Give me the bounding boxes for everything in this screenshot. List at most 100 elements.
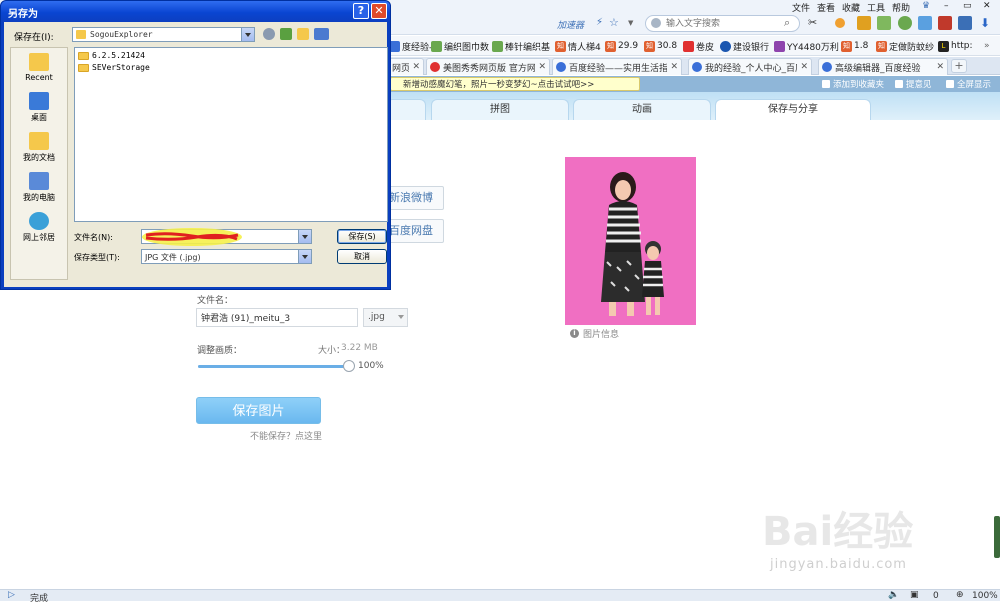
- accelerator-label[interactable]: 加速器: [557, 18, 584, 31]
- chevron-down-icon[interactable]: [298, 250, 311, 263]
- lightning-icon[interactable]: ⚡: [596, 17, 603, 28]
- back-icon[interactable]: [263, 28, 275, 40]
- info-icon: i: [570, 329, 579, 338]
- close-dialog-button[interactable]: ✕: [371, 3, 387, 19]
- tab-my-jingyan[interactable]: 我的经验_个人中心_百度 ✕: [688, 58, 812, 75]
- file-name-field[interactable]: [141, 228, 312, 246]
- computer-icon: [29, 172, 49, 190]
- filename-input[interactable]: [196, 308, 358, 327]
- search-engine-icon[interactable]: [651, 18, 661, 28]
- lock-icon[interactable]: [857, 16, 871, 30]
- tab-save-share[interactable]: 保存与分享: [715, 99, 871, 120]
- dialog-titlebar[interactable]: 另存为 ? ✕: [1, 1, 390, 22]
- star-icon: [822, 80, 830, 88]
- bookmark-item[interactable]: YY4480万利: [774, 39, 839, 53]
- star-icon[interactable]: ☆: [609, 16, 619, 29]
- bag-icon[interactable]: [938, 16, 952, 30]
- side-widget[interactable]: [994, 516, 1000, 558]
- image-icon[interactable]: [877, 16, 891, 30]
- tab-meitu[interactable]: 美图秀秀网页版 官方网站 ✕: [426, 58, 550, 75]
- bookmark-item[interactable]: 知 29.9: [605, 39, 638, 53]
- new-folder-icon[interactable]: [297, 28, 309, 40]
- minimize-icon[interactable]: –: [944, 1, 949, 11]
- restore-icon[interactable]: ▭: [963, 1, 972, 11]
- place-computer[interactable]: 我的电脑: [11, 172, 67, 203]
- bookmark-item[interactable]: 棒针编织基: [492, 39, 550, 53]
- chevron-down-icon[interactable]: [241, 28, 254, 41]
- skin-icon[interactable]: ♛: [922, 1, 930, 11]
- menu-icon[interactable]: [958, 16, 972, 30]
- save-in-combo[interactable]: SogouExplorer: [72, 27, 255, 42]
- list-item[interactable]: SEVerStorage: [78, 62, 150, 73]
- more-bookmarks-icon[interactable]: »: [984, 39, 990, 53]
- sidebar-toggle-icon[interactable]: ▷: [8, 590, 15, 600]
- cancel-button[interactable]: 取消: [337, 249, 387, 264]
- file-list[interactable]: 6.2.5.21424 SEVerStorage: [74, 47, 388, 222]
- key-icon[interactable]: [835, 18, 845, 28]
- fullscreen-button[interactable]: 全屏显示: [946, 78, 991, 90]
- bookmark-item[interactable]: 知情人梯4: [555, 39, 601, 53]
- bookmark-item[interactable]: 卷皮: [683, 39, 714, 53]
- bookmark-item[interactable]: 知定做防蚊纱: [876, 39, 934, 53]
- speaker-icon[interactable]: 🔈: [888, 590, 899, 600]
- photo-info-link[interactable]: i 图片信息: [570, 327, 619, 340]
- tab-webpage[interactable]: 网页 ✕: [388, 58, 424, 75]
- close-tab-icon[interactable]: ✕: [412, 62, 420, 72]
- bookmark-item[interactable]: 度经验-: [389, 39, 432, 53]
- save-button[interactable]: 保存(S): [337, 229, 387, 244]
- cant-save-link[interactable]: 不能保存？点这里: [250, 429, 322, 442]
- search-icon[interactable]: ⌕: [784, 16, 790, 30]
- quality-slider-handle[interactable]: [343, 360, 355, 372]
- close-tab-icon[interactable]: ✕: [670, 62, 678, 72]
- tab-collage[interactable]: 拼图: [431, 99, 569, 120]
- bookmark-icon: 知: [876, 40, 887, 52]
- file-type-label: 保存类型(T):: [74, 253, 120, 262]
- save-image-button[interactable]: 保存图片: [196, 397, 321, 424]
- tab-animation[interactable]: 动画: [573, 99, 711, 120]
- zoom-icon[interactable]: ⊕: [956, 590, 964, 600]
- documents-icon: [29, 132, 49, 150]
- bookmark-icon: 知: [605, 40, 616, 52]
- size-value: 3.22 MB: [341, 343, 378, 353]
- download-icon[interactable]: ⬇: [980, 16, 994, 30]
- preview-photo: [565, 157, 696, 325]
- extension-select[interactable]: .jpg: [363, 308, 408, 327]
- quality-percent: 100%: [358, 361, 384, 371]
- help-button[interactable]: ?: [353, 3, 369, 19]
- android-icon[interactable]: [898, 16, 912, 30]
- new-tab-button[interactable]: +: [951, 59, 967, 73]
- close-tab-icon[interactable]: ✕: [936, 62, 944, 72]
- close-tab-icon[interactable]: ✕: [800, 62, 808, 72]
- bookmark-item[interactable]: 知 30.8: [644, 39, 677, 53]
- file-type-select[interactable]: JPG 文件 (.jpg): [141, 249, 312, 264]
- share-weibo-button[interactable]: 新浪微博: [382, 186, 444, 210]
- download-manager-icon[interactable]: ▣: [910, 590, 919, 600]
- notice-text[interactable]: 新增动感魔幻笔，照片一秒变梦幻~点击试试吧>>: [403, 78, 594, 90]
- bookmark-item[interactable]: 知 1.8: [841, 39, 868, 53]
- place-recent[interactable]: Recent: [11, 53, 67, 82]
- tab-editor[interactable]: 高级编辑器_百度经验 ✕: [818, 58, 948, 75]
- list-item[interactable]: 6.2.5.21424: [78, 50, 145, 61]
- close-tab-icon[interactable]: ✕: [538, 62, 546, 72]
- place-documents[interactable]: 我的文档: [11, 132, 67, 163]
- chevron-down-icon[interactable]: [298, 230, 311, 243]
- share-baidu-pan-button[interactable]: 百度网盘: [382, 219, 444, 243]
- tab-hidden-left[interactable]: [386, 99, 426, 120]
- tab-baidu-jingyan[interactable]: 百度经验——实用生活指 ✕: [552, 58, 682, 75]
- place-network[interactable]: 网上邻居: [11, 212, 67, 243]
- up-folder-icon[interactable]: [280, 28, 292, 40]
- search-input[interactable]: [666, 17, 776, 30]
- close-window-icon[interactable]: ✕: [983, 1, 991, 11]
- chevron-down-icon[interactable]: ▼: [628, 19, 633, 27]
- view-menu-icon[interactable]: [314, 28, 329, 40]
- zoom-level[interactable]: 100%: [972, 591, 998, 601]
- bookmark-item[interactable]: 建设银行: [720, 39, 769, 53]
- place-desktop[interactable]: 桌面: [11, 92, 67, 123]
- scissors-icon[interactable]: ✂: [808, 16, 822, 30]
- bookmark-item[interactable]: 编织图巾数: [431, 39, 489, 53]
- add-favorite-button[interactable]: 添加到收藏夹: [822, 78, 884, 90]
- search-box[interactable]: ⌕: [645, 15, 800, 32]
- gamepad-icon[interactable]: [918, 16, 932, 30]
- bookmark-item[interactable]: Lhttp:: [938, 39, 973, 53]
- feedback-button[interactable]: 提意见: [895, 78, 932, 90]
